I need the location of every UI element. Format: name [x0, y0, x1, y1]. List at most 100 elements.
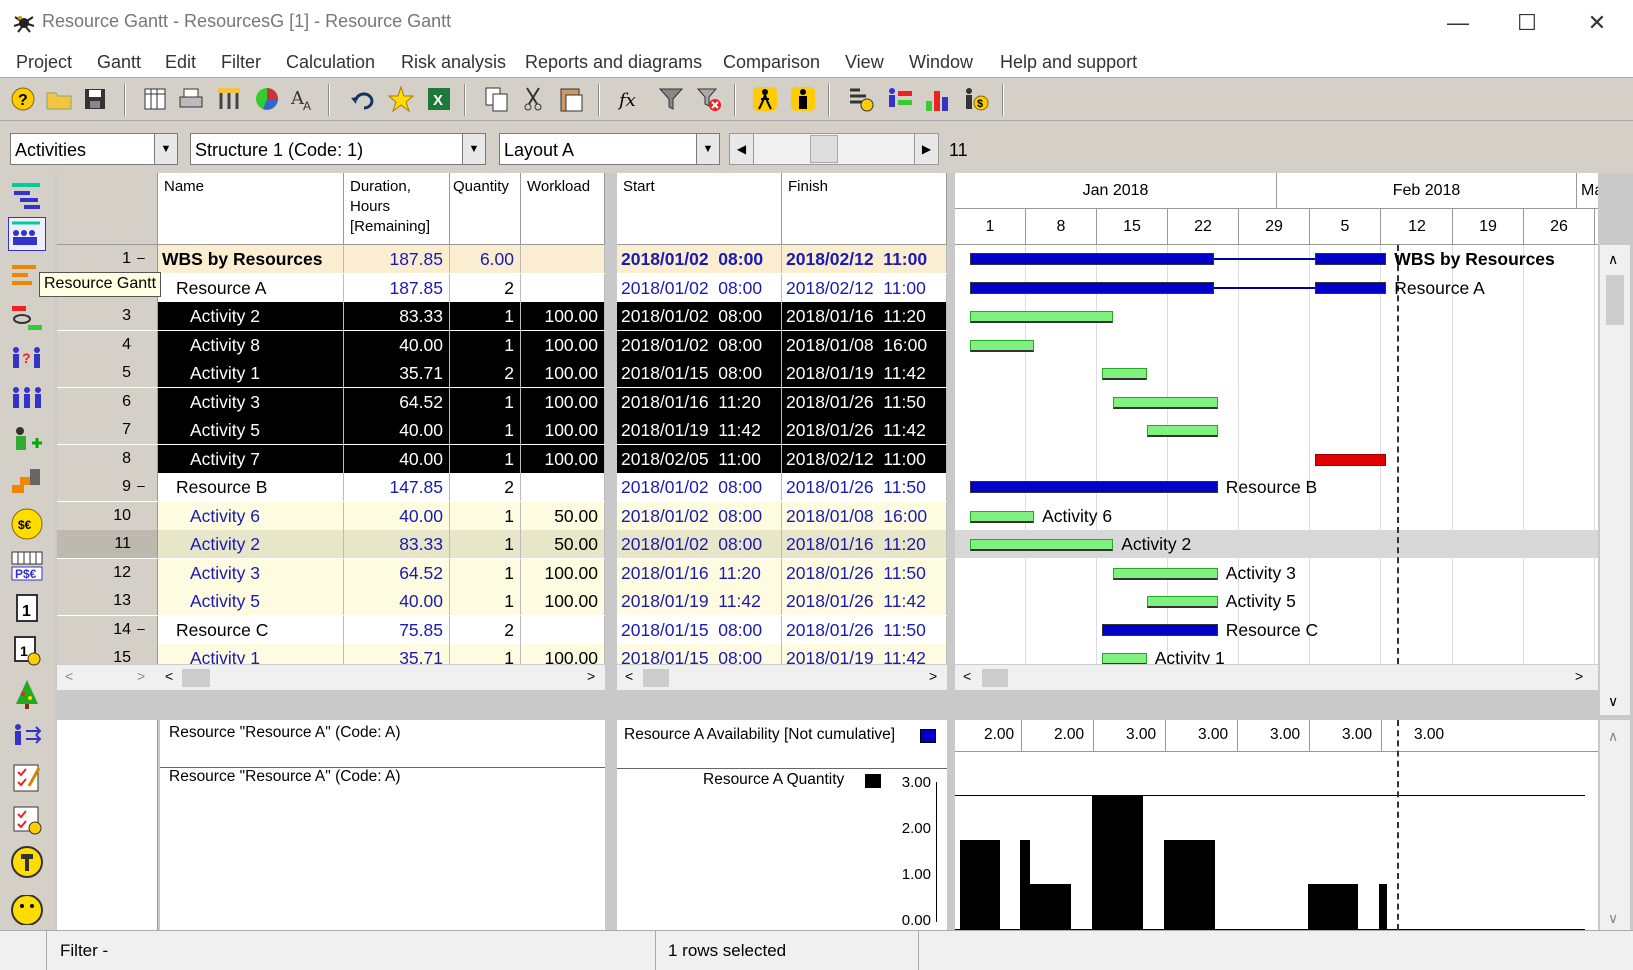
table-row[interactable]: 13 Activity 5 40.00 1 100.00	[57, 587, 605, 615]
chevron-right-icon[interactable]: ▶	[914, 134, 938, 164]
lower-vertical-scrollbar[interactable]: ∧ ∨	[1600, 720, 1630, 930]
name-cell[interactable]: Resource C	[158, 616, 344, 644]
chevron-down-icon[interactable]: ∨	[1608, 693, 1618, 710]
chevron-left-icon[interactable]: <	[65, 668, 73, 684]
quantity-cell[interactable]: 1	[450, 331, 521, 359]
workload-cell[interactable]	[521, 245, 605, 273]
save-icon[interactable]	[80, 84, 110, 114]
quantity-cell[interactable]: 2	[450, 473, 521, 501]
chevron-up-icon[interactable]: ∧	[1608, 251, 1618, 268]
finish-cell[interactable]: 2018/01/26 11:50	[782, 473, 947, 501]
row-number[interactable]: 7	[57, 416, 158, 444]
row-number[interactable]: 15	[57, 644, 158, 664]
finish-cell[interactable]: 2018/01/26 11:42	[782, 587, 947, 615]
table-row[interactable]: 12 Activity 3 64.52 1 100.00	[57, 559, 605, 587]
name-cell[interactable]: Activity 8	[158, 331, 344, 359]
dates-row[interactable]: 2018/01/19 11:42 2018/01/26 11:42	[617, 587, 947, 615]
finish-cell[interactable]: 2018/01/26 11:50	[782, 388, 947, 416]
link-view-icon[interactable]	[8, 301, 46, 335]
quantity-cell[interactable]: 1	[450, 559, 521, 587]
quantity-cell[interactable]: 1	[450, 530, 521, 558]
activity-bar[interactable]	[970, 511, 1035, 523]
menu-view[interactable]: View	[845, 52, 884, 73]
activity-bar[interactable]	[1102, 368, 1147, 380]
columns-icon[interactable]	[140, 84, 170, 114]
dates-row[interactable]: 2018/01/15 08:00 2018/01/26 11:50	[617, 616, 947, 644]
activity-bar[interactable]	[970, 311, 1114, 323]
dates-row[interactable]: 2018/01/15 08:00 2018/01/19 11:42	[617, 359, 947, 387]
name-cell[interactable]: WBS by Resources	[158, 245, 344, 273]
critical-activity-bar[interactable]	[1315, 454, 1387, 466]
workload-cell[interactable]: 100.00	[521, 331, 605, 359]
undo-icon[interactable]	[348, 84, 378, 114]
chevron-left-icon[interactable]: ◀	[730, 134, 754, 164]
dates-row[interactable]: 2018/02/05 11:00 2018/02/12 11:00	[617, 445, 947, 473]
menu-window[interactable]: Window	[909, 52, 973, 73]
start-cell[interactable]: 2018/01/15 08:00	[617, 359, 782, 387]
finish-cell[interactable]: 2018/01/16 11:20	[782, 302, 947, 330]
chevron-left-icon[interactable]: <	[165, 668, 173, 684]
smiley-icon[interactable]	[8, 895, 46, 925]
quantity-cell[interactable]: 1	[450, 445, 521, 473]
dates-row[interactable]: 2018/01/16 11:20 2018/01/26 11:50	[617, 388, 947, 416]
copy-icon[interactable]	[482, 84, 512, 114]
summary-bar[interactable]	[1102, 624, 1218, 636]
name-column-header[interactable]: Name	[158, 173, 344, 245]
menu-filter[interactable]: Filter	[221, 52, 261, 73]
cut-icon[interactable]	[518, 84, 548, 114]
row-number[interactable]: 4	[57, 331, 158, 359]
dates-row[interactable]: 2018/01/16 11:20 2018/01/26 11:50	[617, 559, 947, 587]
scroll-thumb[interactable]	[643, 669, 669, 687]
finish-cell[interactable]: 2018/02/12 11:00	[782, 274, 947, 302]
person-icon[interactable]	[788, 84, 818, 114]
duration-cell[interactable]: 64.52	[344, 559, 450, 587]
chevron-right-icon[interactable]: >	[929, 668, 937, 684]
dates-row[interactable]: 2018/01/15 08:00 2018/01/19 11:42	[617, 644, 947, 664]
dates-row[interactable]: 2018/01/02 08:00 2018/02/12 11:00	[617, 245, 947, 273]
calendar-clock-icon[interactable]: 1	[8, 633, 46, 667]
row-number[interactable]: 11	[57, 530, 158, 558]
chevron-up-icon[interactable]: ∧	[1608, 728, 1618, 745]
workload-cell[interactable]	[521, 616, 605, 644]
quantity-cell[interactable]: 1	[450, 416, 521, 444]
table-row[interactable]: 4 Activity 8 40.00 1 100.00	[57, 331, 605, 359]
menu-edit[interactable]: Edit	[165, 52, 196, 73]
table-row[interactable]: 15 Activity 1 35.71 1 100.00	[57, 644, 605, 664]
name-cell[interactable]: Activity 5	[158, 416, 344, 444]
scroll-thumb[interactable]	[182, 669, 210, 687]
resource-assign-icon[interactable]	[8, 719, 46, 753]
finish-column-header[interactable]: Finish	[782, 173, 947, 245]
duration-cell[interactable]: 64.52	[344, 388, 450, 416]
name-cell[interactable]: Activity 2	[158, 302, 344, 330]
chevron-down-icon[interactable]: ▼	[154, 133, 178, 165]
start-cell[interactable]: 2018/01/02 08:00	[617, 302, 782, 330]
quantity-cell[interactable]: 1	[450, 587, 521, 615]
font-icon[interactable]: AA	[288, 84, 318, 114]
gantt-view-icon[interactable]	[8, 179, 46, 213]
row-number[interactable]: 8	[57, 445, 158, 473]
finish-cell[interactable]: 2018/02/12 11:00	[782, 445, 947, 473]
quantity-cell[interactable]: 1	[450, 302, 521, 330]
quantity-cell[interactable]: 1	[450, 502, 521, 530]
table-row[interactable]: 11 Activity 2 83.33 1 50.00	[57, 530, 605, 558]
histogram-icon[interactable]	[922, 84, 952, 114]
duration-cell[interactable]: 75.85	[344, 616, 450, 644]
activity-bar[interactable]	[1102, 653, 1147, 664]
chevron-right-icon[interactable]: >	[587, 668, 595, 684]
row-number[interactable]: 6	[57, 388, 158, 416]
excel-icon[interactable]: X	[424, 84, 454, 114]
resource-query-icon[interactable]: ?	[8, 341, 46, 375]
start-cell[interactable]: 2018/01/02 08:00	[617, 502, 782, 530]
vertical-scrollbar[interactable]: ∧ ∨	[1600, 245, 1630, 715]
duration-cell[interactable]: 35.71	[344, 644, 450, 664]
activity-bar[interactable]	[970, 340, 1035, 352]
start-cell[interactable]: 2018/01/02 08:00	[617, 530, 782, 558]
dates-row[interactable]: 2018/01/02 08:00 2018/01/08 16:00	[617, 502, 947, 530]
menu-risk-analysis[interactable]: Risk analysis	[401, 52, 506, 73]
start-cell[interactable]: 2018/01/16 11:20	[617, 388, 782, 416]
menu-calculation[interactable]: Calculation	[286, 52, 375, 73]
duration-cell[interactable]: 40.00	[344, 587, 450, 615]
formula-icon[interactable]: fx	[616, 84, 646, 114]
menu-reports-and-diagrams[interactable]: Reports and diagrams	[525, 52, 702, 73]
row-number[interactable]: 12	[57, 559, 158, 587]
